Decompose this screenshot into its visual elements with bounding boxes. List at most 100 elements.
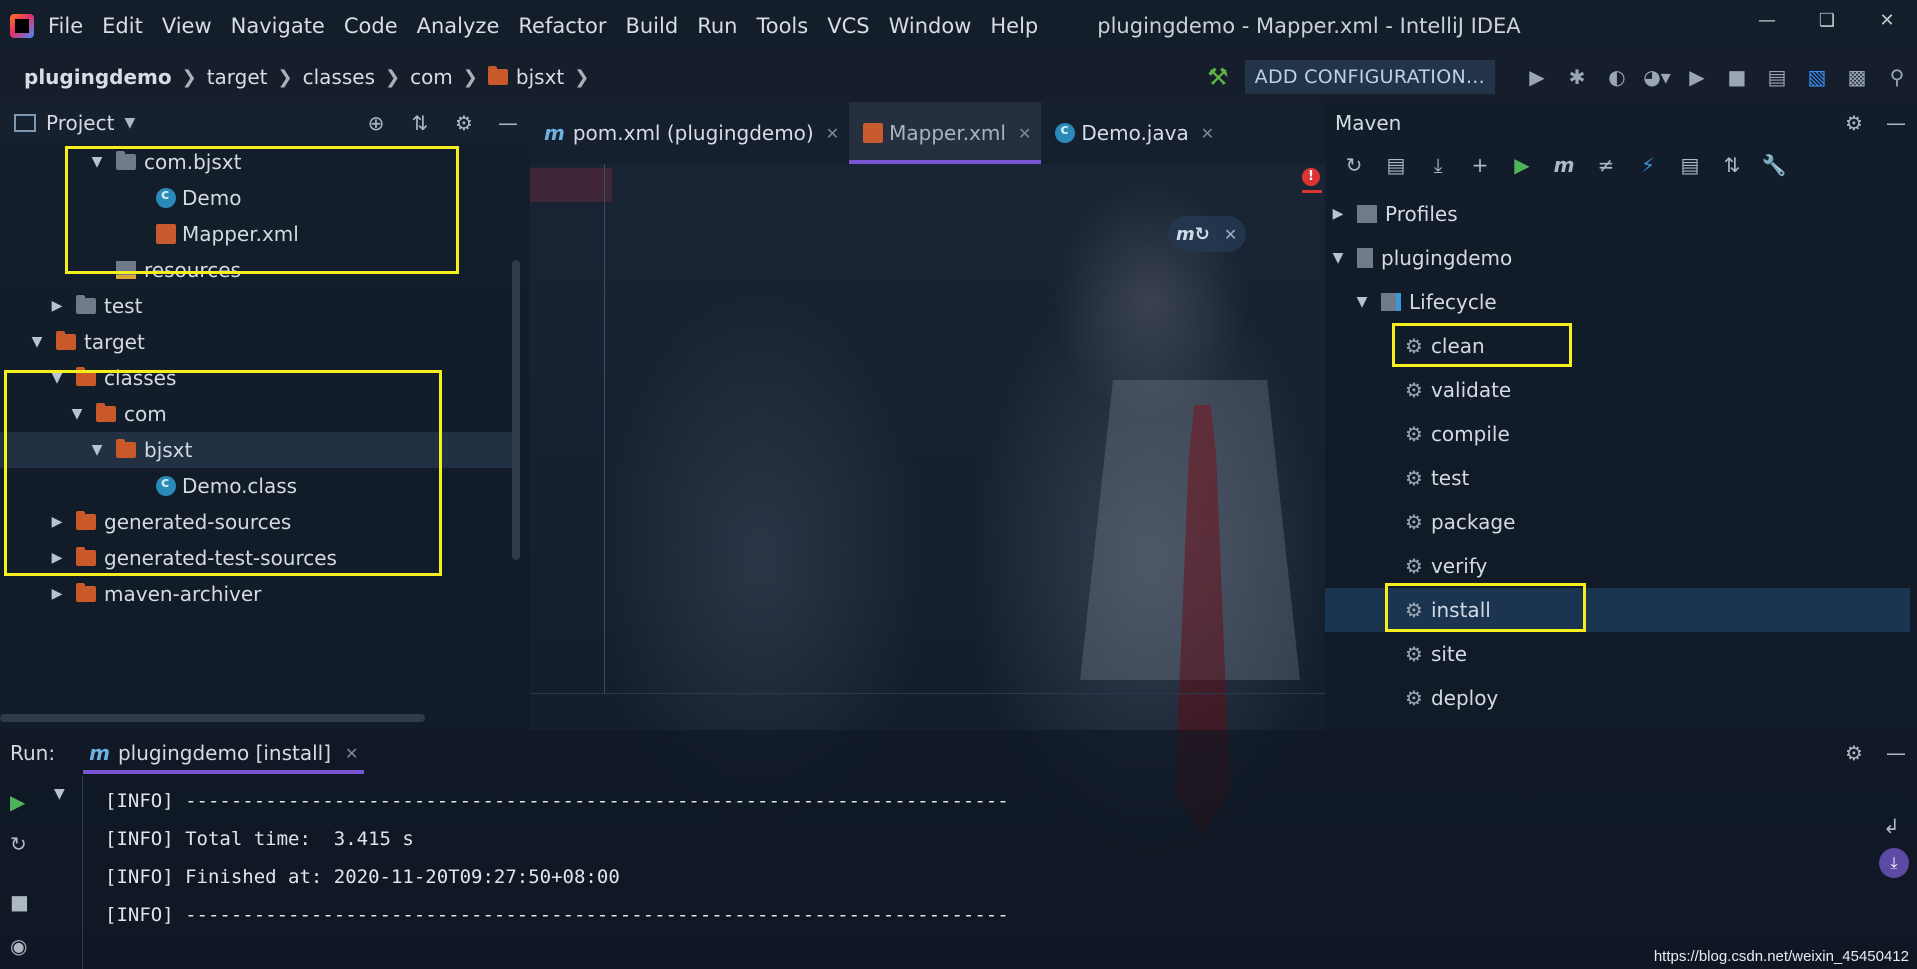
tab-demo-java[interactable]: Demo.java ✕	[1041, 102, 1224, 164]
collapse-all-icon[interactable]: ⇅	[398, 111, 442, 135]
profile-icon[interactable]: ◕▾	[1637, 57, 1677, 97]
breadcrumb-project[interactable]: plugingdemo	[24, 65, 172, 89]
menu-run[interactable]: Run	[697, 14, 737, 38]
maven-goal-site[interactable]: ⚙ site	[1325, 632, 1910, 676]
maven-lifecycle[interactable]: ▼ Lifecycle	[1325, 280, 1910, 324]
rerun-icon[interactable]: ▶	[10, 790, 25, 814]
menu-vcs[interactable]: VCS	[827, 14, 869, 38]
maven-reload-icon[interactable]: m↻	[1176, 224, 1210, 245]
chevron-down-icon[interactable]: ▼	[54, 786, 65, 802]
translate-icon[interactable]: ▧	[1797, 57, 1837, 97]
maven-goal-verify[interactable]: ⚙ verify	[1325, 544, 1910, 588]
project-tree-item[interactable]: ▶ test	[0, 288, 520, 324]
gear-icon: ⚙	[1405, 554, 1423, 578]
locate-icon[interactable]: ⊕	[354, 111, 398, 135]
gear-icon[interactable]: ⚙	[1833, 111, 1875, 135]
run-icon[interactable]: ▶	[1501, 153, 1543, 177]
add-icon[interactable]: +	[1459, 153, 1501, 177]
scroll-to-end-icon[interactable]: ⤓	[1879, 848, 1909, 878]
hide-panel-icon[interactable]: —	[486, 111, 530, 135]
download-icon[interactable]: ⤓	[1417, 153, 1459, 177]
coverage-icon[interactable]: ◐	[1597, 57, 1637, 97]
project-panel-title[interactable]: Project	[46, 111, 114, 135]
breadcrumb-bjsxt[interactable]: bjsxt	[516, 65, 564, 89]
terminal-icon[interactable]: ▩	[1837, 57, 1877, 97]
maven-reload-popup[interactable]: m↻ ✕	[1168, 216, 1246, 252]
menu-code[interactable]: Code	[344, 14, 398, 38]
close-icon[interactable]: ✕	[826, 124, 839, 143]
minimize-icon[interactable]: —	[1737, 0, 1797, 40]
restore-icon[interactable]: ❏	[1797, 0, 1857, 40]
chevron-right-icon[interactable]: ▶	[50, 298, 64, 314]
tab-pom-xml[interactable]: m pom.xml (plugingdemo) ✕	[530, 102, 849, 164]
close-icon[interactable]: ✕	[1201, 124, 1214, 143]
hide-panel-icon[interactable]: —	[1875, 741, 1917, 765]
stop-icon[interactable]: ■	[1717, 57, 1757, 97]
gear-icon[interactable]: ⚙	[1833, 741, 1875, 765]
error-stripe[interactable]	[1302, 190, 1322, 193]
generate-sources-icon[interactable]: ▤	[1375, 153, 1417, 177]
close-icon[interactable]: ✕	[1018, 124, 1031, 143]
add-configuration-button[interactable]: ADD CONFIGURATION...	[1244, 60, 1495, 94]
maven-goal-deploy[interactable]: ⚙ deploy	[1325, 676, 1910, 720]
search-icon[interactable]: ⚲	[1877, 57, 1917, 97]
close-window-icon[interactable]: ✕	[1857, 0, 1917, 40]
menu-navigate[interactable]: Navigate	[231, 14, 325, 38]
run-icon[interactable]: ▶	[1517, 57, 1557, 97]
chevron-down-icon[interactable]: ▼	[1331, 250, 1345, 266]
chevron-down-icon[interactable]: ▼	[124, 115, 135, 131]
hide-panel-icon[interactable]: —	[1875, 111, 1917, 135]
maven-goal-test[interactable]: ⚙ test	[1325, 456, 1910, 500]
maven-goal-compile[interactable]: ⚙ compile	[1325, 412, 1910, 456]
soft-wrap-icon[interactable]: ↲	[1883, 814, 1900, 838]
project-scrollbar[interactable]	[512, 260, 520, 560]
menu-analyze[interactable]: Analyze	[417, 14, 500, 38]
menu-edit[interactable]: Edit	[102, 14, 143, 38]
maven-goal-icon[interactable]: m	[1543, 153, 1585, 177]
maven-panel-header: Maven ⚙ —	[1325, 102, 1917, 144]
tab-mapper-xml[interactable]: Mapper.xml ✕	[849, 102, 1042, 164]
maven-goal-package[interactable]: ⚙ package	[1325, 500, 1910, 544]
project-tree-item[interactable]: ▶ maven-archiver	[0, 576, 520, 612]
chevron-right-icon[interactable]: ▶	[1331, 206, 1345, 222]
menu-view[interactable]: View	[162, 14, 212, 38]
error-icon[interactable]: !	[1302, 168, 1320, 186]
project-hscrollbar[interactable]	[0, 714, 425, 722]
collapse-all-icon[interactable]: ⇅	[1711, 153, 1753, 177]
chevron-right-icon: ❯	[181, 66, 197, 88]
run-tab[interactable]: m plugingdemo [install] ✕	[83, 730, 365, 776]
close-icon[interactable]: ✕	[345, 744, 358, 763]
reload-icon[interactable]: ↻	[1333, 153, 1375, 177]
menu-refactor[interactable]: Refactor	[518, 14, 606, 38]
breadcrumb-target[interactable]: target	[207, 65, 268, 89]
debug-icon[interactable]: ✱	[1557, 57, 1597, 97]
run-secondary-icon[interactable]: ▶	[1677, 57, 1717, 97]
maven-profiles[interactable]: ▶ Profiles	[1325, 192, 1910, 236]
stop-icon[interactable]: ■	[10, 890, 29, 914]
maven-goal-validate[interactable]: ⚙ validate	[1325, 368, 1910, 412]
gear-icon[interactable]: ⚙	[442, 111, 486, 135]
project-tree-item[interactable]: ▼ target	[0, 324, 520, 360]
close-icon[interactable]: ✕	[1224, 225, 1237, 244]
chevron-right-icon[interactable]: ▶	[50, 586, 64, 602]
menu-build[interactable]: Build	[625, 14, 678, 38]
menu-window[interactable]: Window	[889, 14, 972, 38]
show-dependencies-icon[interactable]: ▤	[1669, 153, 1711, 177]
project-structure-icon[interactable]: ▤	[1757, 57, 1797, 97]
skip-tests-icon[interactable]: ⚡	[1627, 153, 1669, 177]
project-panel-icon	[14, 114, 36, 132]
menu-help[interactable]: Help	[990, 14, 1038, 38]
menu-file[interactable]: File	[48, 14, 83, 38]
toggle-offline-icon[interactable]: ≠	[1585, 153, 1627, 177]
wrench-icon[interactable]: 🔧	[1753, 153, 1795, 177]
breadcrumb-classes[interactable]: classes	[303, 65, 375, 89]
chevron-down-icon[interactable]: ▼	[1355, 294, 1369, 310]
build-hammer-icon[interactable]: ⚒	[1207, 63, 1229, 91]
chevron-down-icon[interactable]: ▼	[30, 334, 44, 350]
breadcrumb-com[interactable]: com	[410, 65, 453, 89]
menu-tools[interactable]: Tools	[756, 14, 808, 38]
rerun-failed-icon[interactable]: ↻	[10, 832, 27, 856]
maven-project[interactable]: ▼ plugingdemo	[1325, 236, 1910, 280]
console-output[interactable]: [INFO] ---------------------------------…	[82, 776, 1872, 969]
eye-icon[interactable]: ◉	[10, 934, 27, 958]
